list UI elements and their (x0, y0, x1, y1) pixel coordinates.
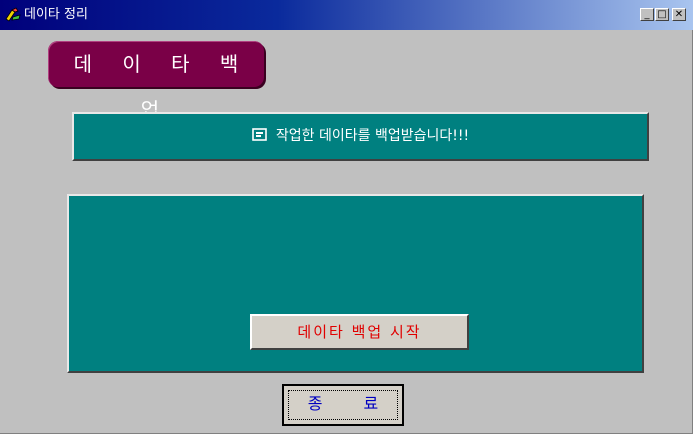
page-title-banner: 데 이 타 백 업 (48, 41, 264, 122)
window-title: 데이타 정리 (24, 7, 88, 22)
info-message-row: 작업한 데이타를 백업받습니다!!! (74, 114, 647, 159)
title-bar[interactable]: 데이타 정리 _ □ ✕ (0, 0, 693, 30)
page-title: 데 이 타 백 업 (73, 52, 251, 122)
start-backup-button[interactable]: 데이타 백업 시작 (250, 314, 469, 350)
main-panel: 데이타 백업 시작 (67, 194, 644, 373)
close-button[interactable]: ✕ (672, 8, 686, 21)
info-panel: 작업한 데이타를 백업받습니다!!! (72, 112, 649, 161)
minimize-button[interactable]: _ (640, 8, 654, 21)
maximize-button[interactable]: □ (655, 8, 669, 21)
info-message: 작업한 데이타를 백업받습니다!!! (275, 128, 470, 144)
memo-icon (252, 116, 268, 141)
focus-rect (288, 390, 398, 420)
app-window: 데이타 정리 _ □ ✕ 데 이 타 백 업 작업한 데이타를 백업받습니다!!… (0, 0, 693, 434)
app-icon (4, 7, 22, 23)
exit-button[interactable]: 종 료 (282, 384, 404, 426)
